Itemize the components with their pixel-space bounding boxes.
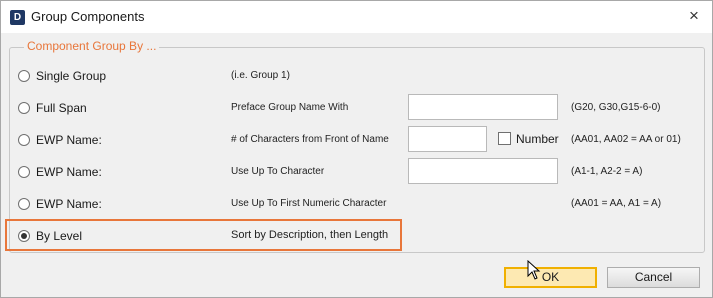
up-to-character-input[interactable] (408, 158, 558, 184)
option-description: # of Characters from Front of Name (231, 134, 389, 145)
radio-ewp-first-numeric[interactable] (18, 198, 30, 210)
format-hint: (AA01, AA02 = AA or 01) (571, 134, 681, 145)
number-checkbox[interactable] (498, 132, 511, 145)
option-ewp-first-numeric: EWP Name: Use Up To First Numeric Charac… (1, 195, 712, 215)
dialog-title: Group Components (31, 9, 145, 24)
groupbox-legend: Component Group By ... (24, 39, 160, 53)
dialog-footer: OK Cancel (1, 261, 712, 297)
radio-label-ewp-name[interactable]: EWP Name: (36, 197, 102, 211)
format-hint: (A1-1, A2-2 = A) (571, 166, 643, 177)
radio-label-ewp-name[interactable]: EWP Name: (36, 133, 102, 147)
preface-group-name-input[interactable] (408, 94, 558, 120)
option-single-group: Single Group (i.e. Group 1) (1, 67, 712, 87)
option-description: Use Up To First Numeric Character (231, 198, 387, 209)
app-logo-icon: D (10, 10, 25, 25)
radio-label-single-group[interactable]: Single Group (36, 69, 106, 83)
option-ewp-up-to-character: EWP Name: Use Up To Character (A1-1, A2-… (1, 158, 712, 184)
title-bar: D Group Components × (1, 1, 712, 33)
option-full-span: Full Span Preface Group Name With (G20, … (1, 94, 712, 120)
option-description: (i.e. Group 1) (231, 70, 290, 81)
radio-single-group[interactable] (18, 70, 30, 82)
number-checkbox-label[interactable]: Number (516, 132, 559, 146)
close-icon[interactable]: × (682, 5, 706, 27)
option-description: Preface Group Name With (231, 102, 349, 113)
radio-ewp-chars-from-front[interactable] (18, 134, 30, 146)
ok-button[interactable]: OK (504, 267, 597, 288)
option-ewp-chars-from-front: EWP Name: # of Characters from Front of … (1, 126, 712, 152)
radio-ewp-up-to-character[interactable] (18, 166, 30, 178)
radio-full-span[interactable] (18, 102, 30, 114)
radio-label-ewp-name[interactable]: EWP Name: (36, 165, 102, 179)
format-hint: (G20, G30,G15-6-0) (571, 102, 661, 113)
cancel-button[interactable]: Cancel (607, 267, 700, 288)
selection-highlight (5, 219, 402, 251)
format-hint: (AA01 = AA, A1 = A) (571, 198, 662, 209)
option-description: Use Up To Character (231, 166, 325, 177)
mouse-cursor-icon (527, 260, 541, 280)
chars-from-front-input[interactable] (408, 126, 487, 152)
radio-label-full-span[interactable]: Full Span (36, 101, 87, 115)
group-components-dialog: D Group Components × Component Group By … (0, 0, 713, 298)
